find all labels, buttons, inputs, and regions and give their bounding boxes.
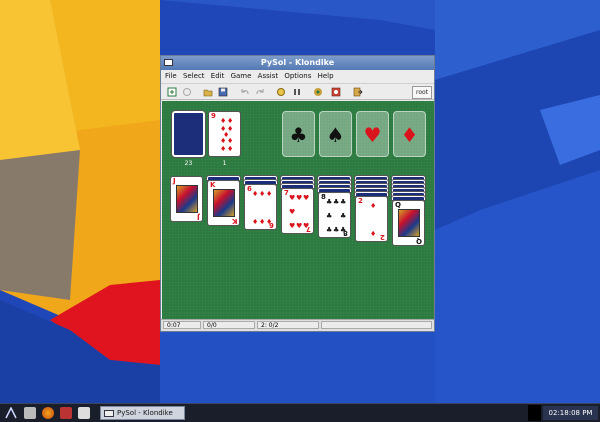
- status-stats: 2: 0/2: [257, 321, 319, 329]
- card-pip: ♦: [220, 145, 227, 153]
- card-rank: Q: [416, 237, 422, 245]
- tray-area[interactable]: [528, 405, 541, 421]
- card-pip: ♥: [296, 222, 303, 230]
- user-label: root: [412, 86, 432, 99]
- rules-icon[interactable]: [331, 87, 341, 97]
- menu-help[interactable]: Help: [318, 70, 334, 82]
- window-titlebar[interactable]: PySol - Klondike: [161, 56, 434, 70]
- foundation-diamonds[interactable]: ♦: [393, 111, 426, 157]
- card-pip: ♥: [289, 222, 296, 230]
- card-pip: ♦: [227, 137, 234, 145]
- card-pip: ♣: [340, 198, 347, 206]
- card-rank: 2: [380, 233, 385, 241]
- menu-select[interactable]: Select: [183, 70, 205, 82]
- menu-edit[interactable]: Edit: [211, 70, 225, 82]
- save-icon[interactable]: [218, 87, 228, 97]
- card-pip: ♣: [333, 226, 340, 234]
- tableau-card-2[interactable]: KK: [207, 180, 240, 226]
- waste-count: 1: [222, 160, 227, 167]
- statistics-icon[interactable]: [313, 87, 323, 97]
- pause-icon[interactable]: [292, 87, 302, 97]
- card-pip: ♦: [259, 190, 266, 198]
- tableau-card-3[interactable]: 6 6 ♦ ♦ ♦ ♦ ♦ ♦: [244, 184, 277, 230]
- card-pip: ♣: [326, 226, 333, 234]
- card-pip: ♦: [252, 190, 259, 198]
- card-pip: ♦: [220, 117, 227, 125]
- window-app-icon[interactable]: [164, 59, 173, 66]
- start-menu-icon[interactable]: [5, 407, 17, 419]
- status-message: [321, 321, 432, 329]
- open-icon[interactable]: [203, 87, 213, 97]
- court-card-art: [398, 209, 420, 237]
- game-table[interactable]: 23 9 ♦ ♦ ♦ ♦ ♦ ♦ ♦ ♦ ♦ 1 ♣ ♠ ♥ ♦ J J K K 6 6 ♦…: [162, 101, 434, 321]
- menu-bar: File Select Edit Game Assist Options Hel…: [161, 70, 434, 82]
- tableau-card-4[interactable]: 7 7 ♥ ♥ ♥ ♥ ♥ ♥ ♥: [281, 188, 314, 234]
- terminal-icon[interactable]: [24, 407, 36, 419]
- stock-pile[interactable]: [171, 110, 206, 158]
- card-pip: ♦: [220, 137, 227, 145]
- tableau-card-7[interactable]: QQ: [392, 200, 425, 246]
- taskbar-task-pysol[interactable]: PySol - Klondike: [100, 406, 185, 420]
- card-rank: K: [231, 217, 237, 225]
- undo-icon[interactable]: [240, 87, 250, 97]
- card-pip: ♦: [227, 117, 234, 125]
- task-window-icon: [104, 410, 114, 417]
- pysol-window: PySol - Klondike File Select Edit Game A…: [160, 55, 435, 332]
- card-rank: J: [197, 213, 200, 221]
- card-rank: Q: [395, 201, 401, 209]
- court-card-art: [213, 189, 235, 217]
- autodrop-icon[interactable]: [276, 87, 286, 97]
- toolbar: root: [161, 83, 434, 100]
- card-pip: ♣: [326, 198, 333, 206]
- court-card-art: [176, 185, 198, 213]
- window-title: PySol - Klondike: [260, 58, 335, 67]
- app-launcher-icon[interactable]: [60, 407, 72, 419]
- file-manager-icon[interactable]: [78, 407, 90, 419]
- card-pip: ♣: [333, 198, 340, 206]
- status-moves: 0/0: [203, 321, 255, 329]
- card-pip: ♦: [252, 218, 259, 226]
- tableau-card-6[interactable]: 2 2 ♦ ♦: [355, 196, 388, 242]
- card-pip: ♣: [340, 226, 347, 234]
- status-bar: 0:07 0/0 2: 0/2: [161, 319, 434, 331]
- quit-icon[interactable]: [353, 87, 363, 97]
- card-pip: ♣: [326, 212, 333, 220]
- tableau-card-1[interactable]: JJ: [170, 176, 203, 222]
- card-pip: ♦: [259, 218, 266, 226]
- foundation-clubs[interactable]: ♣: [282, 111, 315, 157]
- card-pip: ♥: [303, 194, 310, 202]
- new-game-icon[interactable]: [167, 87, 177, 97]
- card-rank: J: [173, 177, 176, 185]
- foundation-hearts[interactable]: ♥: [356, 111, 389, 157]
- taskbar: PySol - Klondike 02:18:08 PM: [0, 403, 600, 422]
- status-time: 0:07: [163, 321, 201, 329]
- menu-options[interactable]: Options: [284, 70, 311, 82]
- clock[interactable]: 02:18:08 PM: [543, 406, 598, 420]
- card-pip: ♦: [227, 145, 234, 153]
- card-pip: ♦: [370, 230, 377, 238]
- restart-icon[interactable]: [182, 87, 192, 97]
- waste-card[interactable]: 9 ♦ ♦ ♦ ♦ ♦ ♦ ♦ ♦ ♦: [208, 111, 241, 157]
- stock-count: 23: [184, 160, 193, 167]
- card-pip: ♥: [289, 208, 296, 216]
- card-pip: ♥: [303, 222, 310, 230]
- card-rank: 2: [358, 197, 363, 205]
- menu-file[interactable]: File: [165, 70, 177, 82]
- tableau-card-5[interactable]: 8 8 ♣ ♣ ♣ ♣ ♣ ♣ ♣ ♣: [318, 192, 351, 238]
- redo-icon[interactable]: [255, 87, 265, 97]
- card-rank: K: [210, 181, 216, 189]
- card-pip: ♣: [340, 212, 347, 220]
- card-pip: ♦: [266, 190, 273, 198]
- menu-assist[interactable]: Assist: [258, 70, 278, 82]
- task-label: PySol - Klondike: [117, 409, 173, 417]
- card-rank: 9: [211, 112, 216, 120]
- menu-game[interactable]: Game: [231, 70, 252, 82]
- firefox-icon[interactable]: [42, 407, 54, 419]
- card-pip: ♦: [370, 202, 377, 210]
- foundation-spades[interactable]: ♠: [319, 111, 352, 157]
- card-pip: ♦: [266, 218, 273, 226]
- card-pip: ♥: [289, 194, 296, 202]
- card-pip: ♥: [296, 194, 303, 202]
